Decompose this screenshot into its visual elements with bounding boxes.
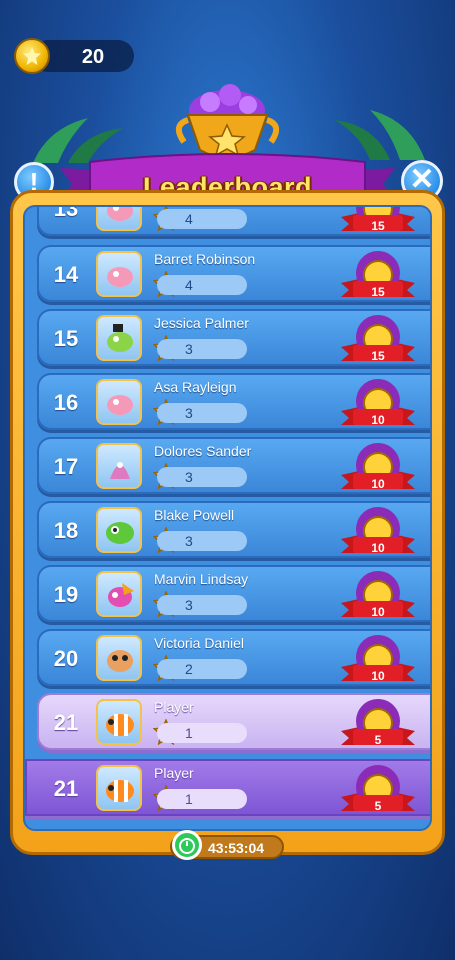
row-rank: 13 xyxy=(53,205,79,221)
coin-count: 20 xyxy=(81,46,105,68)
avatar xyxy=(96,507,142,553)
avatar xyxy=(96,251,142,297)
star-bar: 3 xyxy=(157,403,247,423)
pinned-player-row: 21 Player 1 5 xyxy=(25,759,430,819)
timer-value: 43:53:04 xyxy=(208,840,265,856)
star-count: 3 xyxy=(185,469,193,485)
reward-badge: 10 xyxy=(339,441,417,497)
row-rank: 21 xyxy=(53,710,79,735)
row-rank: 21 xyxy=(53,776,79,801)
avatar xyxy=(96,699,142,745)
reward-amount: 10 xyxy=(371,541,385,555)
leaderboard-row: 17 Dolores Sander 3 10 xyxy=(37,437,430,497)
row-rank: 15 xyxy=(53,326,79,351)
avatar xyxy=(96,443,142,489)
reward-badge: 5 xyxy=(339,697,417,753)
star-bar: 4 xyxy=(157,209,247,229)
player-name: Jessica Palmer xyxy=(154,315,249,331)
row-rank: 20 xyxy=(53,646,79,671)
reward-badge: 15 xyxy=(339,207,417,239)
star-bar: 1 xyxy=(157,789,247,809)
star-count: 1 xyxy=(185,791,193,807)
leaderboard-row-player: 21 Player 1 5 xyxy=(37,693,430,753)
player-name: Asa Rayleign xyxy=(154,379,237,395)
reward-badge: 5 xyxy=(339,763,417,819)
reward-badge: 10 xyxy=(339,633,417,689)
reward-amount: 5 xyxy=(374,799,382,813)
star-count: 3 xyxy=(185,405,193,421)
leaderboard-row: 14 Barret Robinson 4 15 xyxy=(37,245,430,305)
star-bar: 1 xyxy=(157,723,247,743)
star-count: 4 xyxy=(185,277,193,293)
leaderboard-row: 16 Asa Rayleign 3 10 xyxy=(37,373,430,433)
coin-icon xyxy=(14,38,50,74)
leaderboard-row: 15 Jessica Palmer 3 15 xyxy=(37,309,430,369)
reward-amount: 15 xyxy=(371,285,385,299)
reward-amount: 15 xyxy=(371,349,385,363)
avatar xyxy=(96,207,142,231)
player-name: Marvin Lindsay xyxy=(154,571,249,587)
player-name: Barret Robinson xyxy=(154,251,256,267)
star-bar: 3 xyxy=(157,595,247,615)
avatar xyxy=(96,379,142,425)
row-rank: 16 xyxy=(53,390,79,415)
leaderboard-row: 13 4 15 xyxy=(37,205,430,239)
player-name: Blake Powell xyxy=(154,507,235,523)
star-count: 3 xyxy=(185,341,193,357)
reward-badge: 10 xyxy=(339,377,417,433)
star-bar: 2 xyxy=(157,659,247,679)
star-count: 3 xyxy=(185,533,193,549)
star-bar: 4 xyxy=(157,275,247,295)
star-count: 4 xyxy=(185,211,193,227)
player-name: Dolores Sander xyxy=(154,443,252,459)
star-count: 1 xyxy=(185,725,193,741)
player-name: Victoria Daniel xyxy=(154,635,245,651)
leaderboard-row: 20 Victoria Daniel 2 10 xyxy=(37,629,430,689)
player-name: Player xyxy=(154,699,194,715)
reward-amount: 10 xyxy=(371,669,385,683)
star-bar: 3 xyxy=(157,467,247,487)
row-rank: 19 xyxy=(53,582,79,607)
reward-amount: 15 xyxy=(371,219,385,233)
reward-amount: 10 xyxy=(371,477,385,491)
coin-counter: 20 xyxy=(14,38,134,74)
reward-amount: 10 xyxy=(371,413,385,427)
reward-badge: 10 xyxy=(339,505,417,561)
star-count: 3 xyxy=(185,597,193,613)
leaderboard-list[interactable]: 13 4 15 14 Barret Robinson 4 15 15 Jessi… xyxy=(23,205,432,831)
leaderboard-panel: 13 4 15 14 Barret Robinson 4 15 15 Jessi… xyxy=(10,190,445,855)
avatar xyxy=(96,571,142,617)
reward-amount: 10 xyxy=(371,605,385,619)
star-bar: 3 xyxy=(157,531,247,551)
reward-badge: 15 xyxy=(339,249,417,305)
avatar xyxy=(96,315,142,361)
row-rank: 18 xyxy=(53,518,79,543)
leaderboard-row: 19 Marvin Lindsay 3 10 xyxy=(37,565,430,625)
avatar xyxy=(96,635,142,681)
leaderboard-row: 18 Blake Powell 3 10 xyxy=(37,501,430,561)
row-rank: 14 xyxy=(53,262,79,287)
stopwatch-icon xyxy=(172,830,202,860)
avatar xyxy=(96,765,142,811)
player-name: Player xyxy=(154,765,194,781)
reward-badge: 10 xyxy=(339,569,417,625)
reward-amount: 5 xyxy=(374,733,382,747)
reward-badge: 15 xyxy=(339,313,417,369)
star-bar: 3 xyxy=(157,339,247,359)
row-rank: 17 xyxy=(53,454,79,479)
star-count: 2 xyxy=(185,661,193,677)
